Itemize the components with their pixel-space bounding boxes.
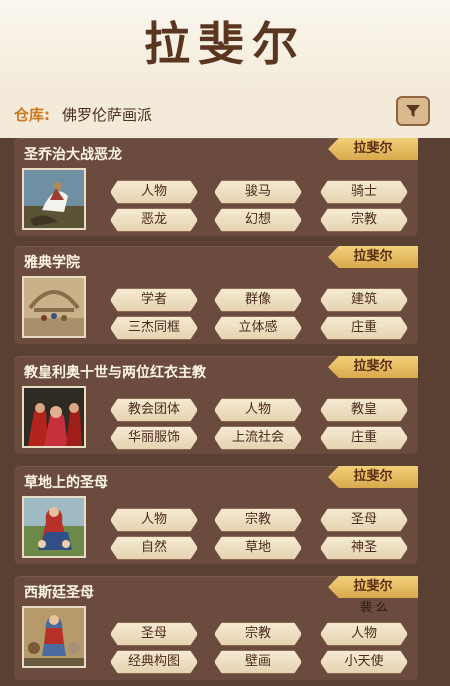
card-title: 西斯廷圣母 xyxy=(24,585,94,601)
tag[interactable]: 圣母 xyxy=(110,622,198,646)
artist-badge: 拉斐尔 xyxy=(328,356,418,378)
tag[interactable]: 小天使 xyxy=(320,650,408,674)
tag[interactable]: 建筑 xyxy=(320,288,408,312)
artwork-thumbnail[interactable] xyxy=(22,276,86,338)
filter-icon xyxy=(406,105,420,117)
tag[interactable]: 立体感 xyxy=(214,316,302,340)
tag[interactable]: 骏马 xyxy=(214,180,302,204)
artwork-card[interactable]: 草地上的圣母 拉斐尔 人物 宗教 圣母 自然 草地 神圣 xyxy=(14,466,418,564)
filter-button[interactable] xyxy=(396,96,430,126)
tag[interactable]: 人物 xyxy=(320,622,408,646)
page-title: 拉斐尔 xyxy=(144,17,306,71)
tag[interactable]: 庄重 xyxy=(320,426,408,450)
card-title: 草地上的圣母 xyxy=(24,475,108,491)
overlay-text: 裴 么 xyxy=(360,600,388,614)
tag[interactable]: 三杰同框 xyxy=(110,316,198,340)
tag[interactable]: 经典构图 xyxy=(110,650,198,674)
tag[interactable]: 庄重 xyxy=(320,316,408,340)
repository-name[interactable]: 佛罗伦萨画派 xyxy=(62,104,152,125)
artist-badge: 拉斐尔 xyxy=(328,138,418,160)
artwork-card[interactable]: 圣乔治大战恶龙 拉斐尔 人物 骏马 骑士 恶龙 幻想 宗教 xyxy=(14,138,418,236)
tag[interactable]: 人物 xyxy=(110,180,198,204)
tag[interactable]: 草地 xyxy=(214,536,302,560)
artwork-thumbnail[interactable] xyxy=(22,606,86,668)
repository-row: 仓库: 佛罗伦萨画派 xyxy=(0,92,450,138)
tag[interactable]: 壁画 xyxy=(214,650,302,674)
tag[interactable]: 宗教 xyxy=(320,208,408,232)
card-title: 教皇利奥十世与两位红衣主教 xyxy=(24,365,206,381)
tag[interactable]: 上流社会 xyxy=(214,426,302,450)
artwork-card[interactable]: 教皇利奥十世与两位红衣主教 拉斐尔 教会团体 人物 教皇 华丽服饰 上流社会 庄… xyxy=(14,356,418,454)
tag[interactable]: 骑士 xyxy=(320,180,408,204)
tag[interactable]: 宗教 xyxy=(214,508,302,532)
artwork-card[interactable]: 西斯廷圣母 拉斐尔 圣母 宗教 人物 经典构图 壁画 小天使 xyxy=(14,576,418,680)
card-title: 雅典学院 xyxy=(24,255,80,271)
header: 拉斐尔 xyxy=(0,0,450,92)
repository-label: 仓库: xyxy=(14,106,50,124)
tag[interactable]: 学者 xyxy=(110,288,198,312)
tag[interactable]: 圣母 xyxy=(320,508,408,532)
artist-badge: 拉斐尔 xyxy=(328,246,418,268)
tag[interactable]: 神圣 xyxy=(320,536,408,560)
tag[interactable]: 恶龙 xyxy=(110,208,198,232)
artwork-thumbnail[interactable] xyxy=(22,496,86,558)
artwork-card[interactable]: 雅典学院 拉斐尔 学者 群像 建筑 三杰同框 立体感 庄重 xyxy=(14,246,418,344)
artist-badge: 拉斐尔 xyxy=(328,576,418,598)
card-title: 圣乔治大战恶龙 xyxy=(24,147,122,163)
tag[interactable]: 群像 xyxy=(214,288,302,312)
artwork-thumbnail[interactable] xyxy=(22,168,86,230)
tag[interactable]: 教会团体 xyxy=(110,398,198,422)
artist-badge: 拉斐尔 xyxy=(328,466,418,488)
tag[interactable]: 华丽服饰 xyxy=(110,426,198,450)
tag[interactable]: 宗教 xyxy=(214,622,302,646)
tag[interactable]: 教皇 xyxy=(320,398,408,422)
tag[interactable]: 幻想 xyxy=(214,208,302,232)
tag[interactable]: 自然 xyxy=(110,536,198,560)
tag[interactable]: 人物 xyxy=(214,398,302,422)
artwork-thumbnail[interactable] xyxy=(22,386,86,448)
tag[interactable]: 人物 xyxy=(110,508,198,532)
